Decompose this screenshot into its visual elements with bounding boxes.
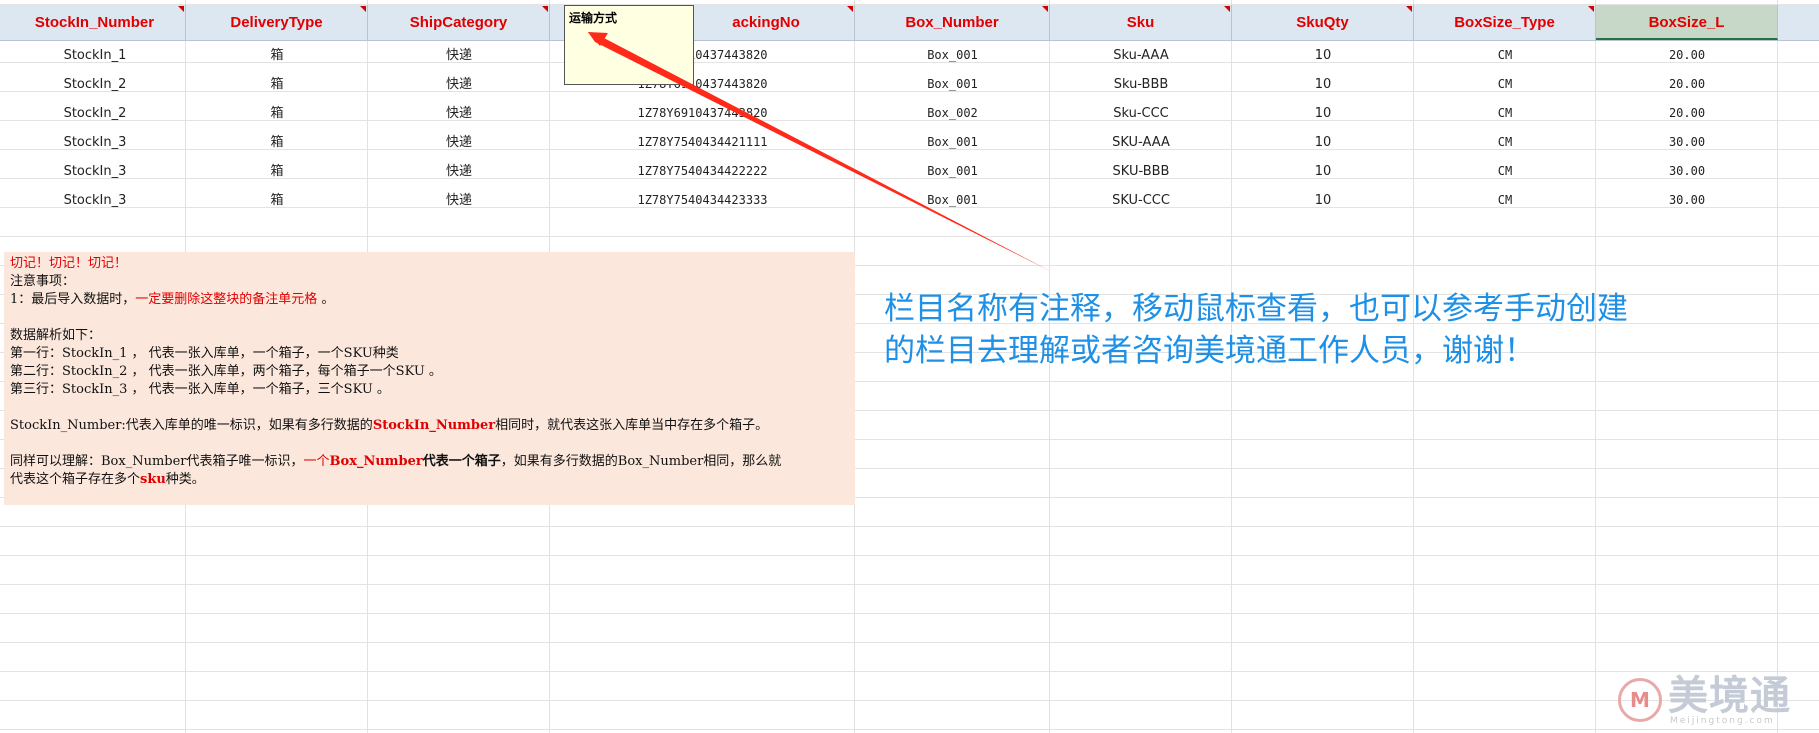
arrow-shaft [588, 32, 1054, 273]
pointer-arrow-icon [588, 32, 1054, 273]
